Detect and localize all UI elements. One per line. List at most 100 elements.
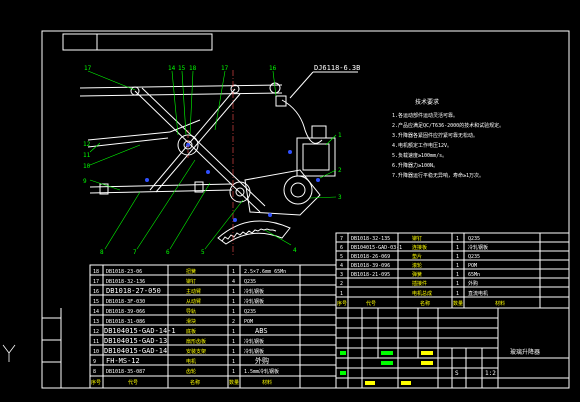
bom-l-code: DB1018-32-136 [106,279,145,285]
bom-l-no: 14 [93,309,99,315]
balloon-11: 11 [83,152,91,159]
bom-r-code: DB104015-GAD-03-1 [351,245,402,251]
balloon-1: 1 [338,132,342,139]
bom-l-mat: 冷轧钢板 [244,288,264,295]
bom-l-qty: 1 [232,299,235,305]
balloon-7: 7 [133,249,137,256]
tech-req-line: 2.产品应满足QC/T636-2000的技术和试验规定。 [392,122,504,129]
bom-r-code: DB1018-39-096 [351,263,390,269]
balloon-17b: 17 [221,65,229,72]
bom-l-qty: 1 [232,289,235,295]
bom-r-code: DB1018-21-095 [351,272,390,278]
bom-r-header-mat: 材料 [495,300,505,307]
bom-l-code: DB104015-GAD-14 [104,347,167,355]
bom-l-no: 8 [93,369,96,375]
bom-l-header-no: 序号 [91,379,101,386]
bom-l-code: DB1018-39-066 [106,309,145,315]
tech-req-line: 4.电机额定工作电压12V。 [392,142,452,149]
bom-r-qty: 1 [456,236,459,242]
bom-l-header-qty: 数量 [229,379,239,386]
bom-l-qty: 1 [232,339,235,345]
bom-l-mat: POM [244,319,253,325]
bom-l-name: 滑块 [186,318,196,325]
bom-r-name: 插接件 [412,280,427,287]
bom-l-qty: 1 [232,349,235,355]
bom-l-header-code: 代号 [128,379,138,386]
bom-r-name: 滚轮 [412,262,422,269]
bom-r-mat: 冷轧钢板 [468,244,488,251]
bom-r-qty: 1 [456,245,459,251]
bom-l-name: 从动臂 [186,298,201,305]
bom-l-qty: 1 [232,309,235,315]
tech-req-line: 1.各运动部件运动灵活可靠。 [392,112,458,119]
tech-req-line: 3.升降器各紧固件应拧紧可靠无松动。 [392,132,478,139]
bom-l-code: DB1018-27-050 [106,287,161,295]
bom-l-name: 底板 [186,328,196,335]
bom-l-name: 扭簧 [186,268,196,275]
bom-l-mat: 1.5mm冷轧钢板 [244,368,279,375]
bom-l-mat: 冷轧钢板 [244,298,264,305]
bom-r-qty: 1 [456,281,459,287]
bom-r-qty: 1 [456,272,459,278]
bom-r-header-name: 名称 [420,300,430,307]
bom-r-no: 6 [340,245,343,251]
balloon-2: 2 [338,167,342,174]
bom-l-code: DB1018-23-06 [106,269,142,275]
balloon-16: 16 [269,65,277,72]
bom-r-no: 3 [340,272,343,278]
bom-l-no: 13 [93,319,99,325]
tech-req-title: 技术要求 [415,98,439,106]
model-label: DJ6118-6.3B [314,64,360,72]
bom-r-no: 1 [340,291,343,297]
bom-r-header-qty: 数量 [453,300,463,307]
tech-req-line: 6.升降器力≥100N。 [392,162,438,169]
balloon-9: 9 [83,178,87,185]
bom-r-mat: 直流电机 [468,290,488,297]
bom-r-no: 2 [340,281,343,287]
bom-r-name: 铆钉 [412,235,422,242]
balloon-10: 10 [83,163,91,170]
scale-value: 1:2 [485,370,496,377]
bom-l-qty: 1 [232,359,235,365]
cad-drawing-viewport[interactable]: DJ6118-6.3B 17 14 15 18 17 16 1 2 3 4 5 … [0,0,580,402]
bom-l-no: 18 [93,269,99,275]
bom-l-no: 11 [93,339,99,345]
bom-l-mat: Q235 [244,279,256,285]
bom-r-mat: 65Mn [468,272,480,278]
bom-l-mat: 冷轧钢板 [244,338,264,345]
bom-r-code: DB1018-32-135 [351,236,390,242]
bom-l-name: 安装支架 [186,348,206,355]
leader-lines [87,70,337,250]
bom-l-mat: 2.5×7.6mm 65Mn [244,269,286,275]
bom-r-qty: 1 [456,254,459,260]
bom-r-header-code: 代号 [366,300,376,307]
bom-r-name: 垫片 [412,253,422,260]
bom-l-name: 铆钉 [186,278,196,285]
balloon-14: 14 [168,65,176,72]
drawing-title: 玻璃升降器 [510,348,540,356]
bom-l-mat: 外购 [255,356,269,365]
bom-r-mat: Q235 [468,254,480,260]
ucs-icon [2,344,16,362]
bom-l-code: DB1018-31-086 [106,319,145,325]
bom-l-code: FH-MS-12 [106,357,140,365]
title-block: 玻璃升降器 S 1:2 [335,307,570,389]
tech-req-line: 7.升降器运行平稳无异响，寿命≥1万次。 [392,172,484,179]
bom-r-name: 电机总成 [412,290,432,297]
bom-r-no: 4 [340,263,343,269]
bom-table-left: 18 DB1018-23-06 扭簧 1 2.5×7.6mm 65Mn 17 D… [89,264,337,389]
bom-r-name: 弹簧 [412,271,422,278]
bom-l-mat: 冷轧钢板 [244,348,264,355]
bom-r-no: 7 [340,236,343,242]
bom-r-mat: 外购 [468,280,478,287]
bom-r-mat: Q235 [468,236,480,242]
bom-r-mat: POM [468,263,477,269]
bom-l-mat: ABS [255,327,268,335]
scale-label: S [455,370,459,377]
bom-l-no: 16 [93,289,99,295]
bom-l-name: 齿轮 [186,368,196,375]
technical-requirements: 技术要求 1.各运动部件运动灵活可靠。 2.产品应满足QC/T636-2000的… [392,98,504,179]
bom-l-name: 导轨 [186,308,196,315]
balloon-8: 8 [100,249,104,256]
bom-l-no: 12 [93,329,99,335]
